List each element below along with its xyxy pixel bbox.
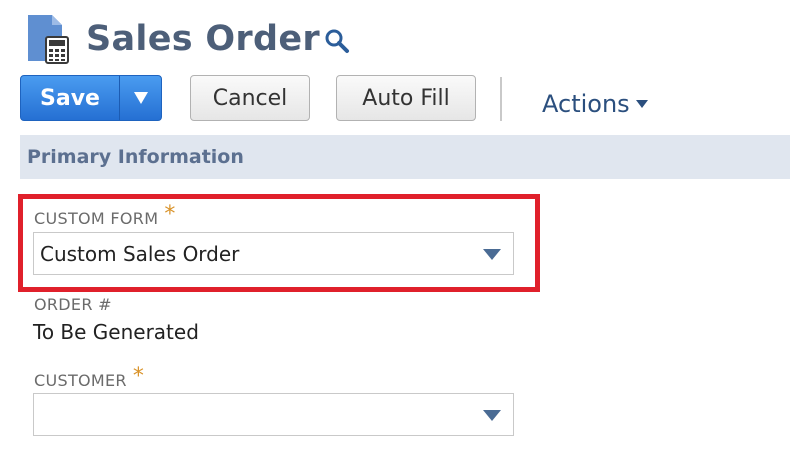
toolbar-divider (500, 77, 502, 121)
save-button-group: Save (20, 75, 162, 121)
order-number-label: ORDER # (34, 295, 112, 314)
highlight-box (18, 194, 540, 292)
caret-down-icon (635, 100, 648, 108)
customer-label: CUSTOMER * (34, 364, 145, 392)
page-title: Sales Order (86, 19, 320, 59)
save-menu-button[interactable] (120, 76, 161, 120)
caret-down-icon (134, 92, 148, 104)
cancel-button[interactable]: Cancel (190, 75, 310, 121)
actions-label: Actions (542, 90, 630, 118)
section-title: Primary Information (27, 146, 244, 168)
chevron-down-icon (483, 410, 501, 421)
document-calculator-icon (28, 15, 69, 64)
search-icon[interactable] (323, 27, 351, 55)
required-asterisk: * (132, 364, 145, 389)
section-header[interactable]: Primary Information (20, 135, 790, 179)
customer-label-text: CUSTOMER (34, 371, 127, 390)
order-number-value: To Be Generated (33, 320, 199, 344)
actions-menu[interactable]: Actions (542, 90, 648, 118)
customer-select[interactable] (33, 393, 514, 436)
auto-fill-button[interactable]: Auto Fill (336, 75, 476, 121)
save-button[interactable]: Save (21, 76, 119, 120)
